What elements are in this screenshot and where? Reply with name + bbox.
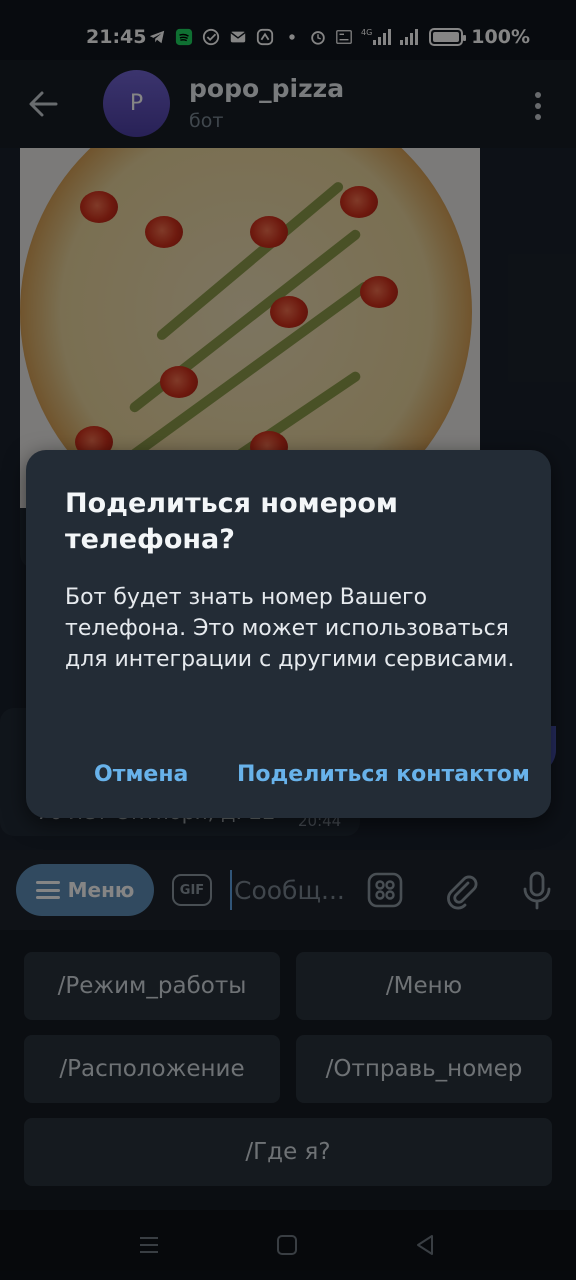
screen: 21:45 4G 100% P popo_pizza бот 20:44 Мен…	[0, 0, 576, 1280]
dialog-title: Поделиться номером телефона?	[65, 488, 398, 555]
share-phone-dialog: Поделиться номером телефона? Бот будет з…	[26, 450, 551, 818]
cancel-button[interactable]: Отмена	[94, 762, 188, 787]
share-contact-button[interactable]: Поделиться контактом	[237, 762, 530, 787]
dialog-body: Бот будет знать номер Вашего телефона. Э…	[65, 585, 515, 672]
